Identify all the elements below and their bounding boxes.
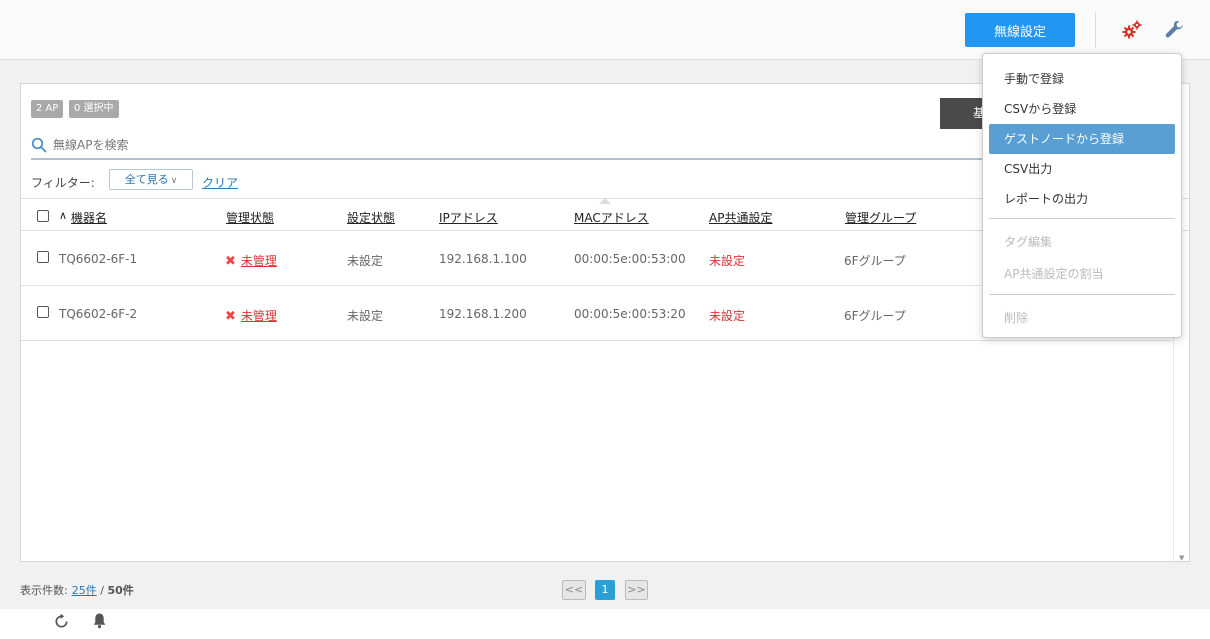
current-page-button[interactable]: 1	[595, 580, 615, 600]
header-device-name[interactable]: 機器名	[71, 209, 107, 226]
scroll-down-icon[interactable]: ▼	[1179, 554, 1184, 562]
header-mgmt-group[interactable]: 管理グループ	[845, 209, 916, 226]
bell-icon[interactable]	[92, 612, 107, 629]
mgmt-status-link[interactable]: 未管理	[241, 309, 277, 323]
prev-page-button[interactable]: <<	[562, 580, 586, 600]
menu-item-delete: 削除	[1004, 311, 1029, 325]
wrench-icon[interactable]	[1164, 19, 1186, 41]
filter-select[interactable]: 全て見る ∨	[109, 169, 193, 190]
page-size-separator: /	[100, 584, 104, 597]
menu-item-csv-register[interactable]: CSVから登録	[989, 94, 1175, 124]
next-page-button[interactable]: >>	[625, 580, 648, 600]
cell-mgmt-group: 6Fグループ	[844, 309, 906, 323]
refresh-icon[interactable]	[53, 613, 70, 630]
menu-divider	[989, 218, 1175, 219]
cell-mac-address: 00:00:5e:00:53:20	[574, 307, 686, 321]
gear-icon[interactable]	[1120, 18, 1144, 42]
filter-label: フィルター:	[31, 176, 95, 190]
clear-filter-link[interactable]: クリア	[202, 174, 238, 191]
cell-ip-address: 192.168.1.200	[439, 307, 527, 321]
row-checkbox[interactable]	[37, 306, 49, 318]
x-icon: ✖	[225, 254, 236, 269]
action-dropdown-menu: 手動で登録 CSVから登録 ゲストノードから登録 CSV出力 レポートの出力 タ…	[982, 53, 1182, 338]
page-size-info: 表示件数: 25件 / 50件	[20, 582, 134, 598]
menu-item-tag-edit: タグ編集	[1004, 235, 1053, 249]
cell-mac-address: 00:00:5e:00:53:00	[574, 252, 686, 266]
header-mac-address[interactable]: MACアドレス	[574, 209, 649, 226]
cell-mgmt-status: ✖ 未管理	[225, 307, 277, 324]
chevron-down-icon: ∨	[170, 176, 178, 186]
menu-item-csv-export[interactable]: CSV出力	[989, 154, 1175, 184]
mgmt-status-link[interactable]: 未管理	[241, 254, 277, 268]
row-checkbox[interactable]	[37, 251, 49, 263]
cell-device-name: TQ6602-6F-1	[59, 252, 138, 266]
wireless-settings-button[interactable]: 無線設定	[965, 13, 1075, 47]
selected-count-badge: 0 選択中	[69, 100, 119, 118]
header-ap-common-settings[interactable]: AP共通設定	[709, 209, 772, 226]
header-ip-address[interactable]: IPアドレス	[439, 209, 498, 226]
menu-item-assign-common-settings: AP共通設定の割当	[1004, 267, 1104, 281]
menu-item-guest-node-register[interactable]: ゲストノードから登録	[989, 124, 1175, 154]
header-config-status[interactable]: 設定状態	[347, 209, 395, 226]
top-bar: 無線設定	[0, 0, 1210, 60]
cell-mgmt-group: 6Fグループ	[844, 254, 906, 268]
menu-divider	[989, 294, 1175, 295]
ap-count-badge: 2 AP	[31, 100, 64, 118]
menu-item-report-export[interactable]: レポートの出力	[989, 184, 1175, 214]
x-icon: ✖	[225, 309, 236, 324]
cell-ap-common-settings: 未設定	[709, 309, 746, 323]
per-page-link[interactable]: 25件	[72, 584, 97, 597]
cell-mgmt-status: ✖ 未管理	[225, 252, 277, 269]
cell-ip-address: 192.168.1.100	[439, 252, 527, 266]
sort-asc-icon: ∧	[59, 209, 68, 222]
footer-bar	[0, 609, 1210, 639]
header-mgmt-status[interactable]: 管理状態	[226, 209, 274, 226]
search-input[interactable]	[53, 134, 653, 156]
filter-select-value: 全て見る	[124, 173, 169, 186]
topbar-divider	[1095, 12, 1096, 48]
cell-config-status: 未設定	[347, 309, 384, 323]
total-count: 50件	[107, 584, 134, 597]
cell-ap-common-settings: 未設定	[709, 254, 746, 268]
cell-device-name: TQ6602-6F-2	[59, 307, 138, 321]
menu-item-manual-register[interactable]: 手動で登録	[989, 64, 1175, 94]
cell-config-status: 未設定	[347, 254, 384, 268]
search-icon	[31, 137, 47, 153]
page-size-label: 表示件数:	[20, 584, 68, 597]
select-all-checkbox[interactable]	[37, 210, 49, 222]
caret-up-icon	[599, 198, 611, 204]
